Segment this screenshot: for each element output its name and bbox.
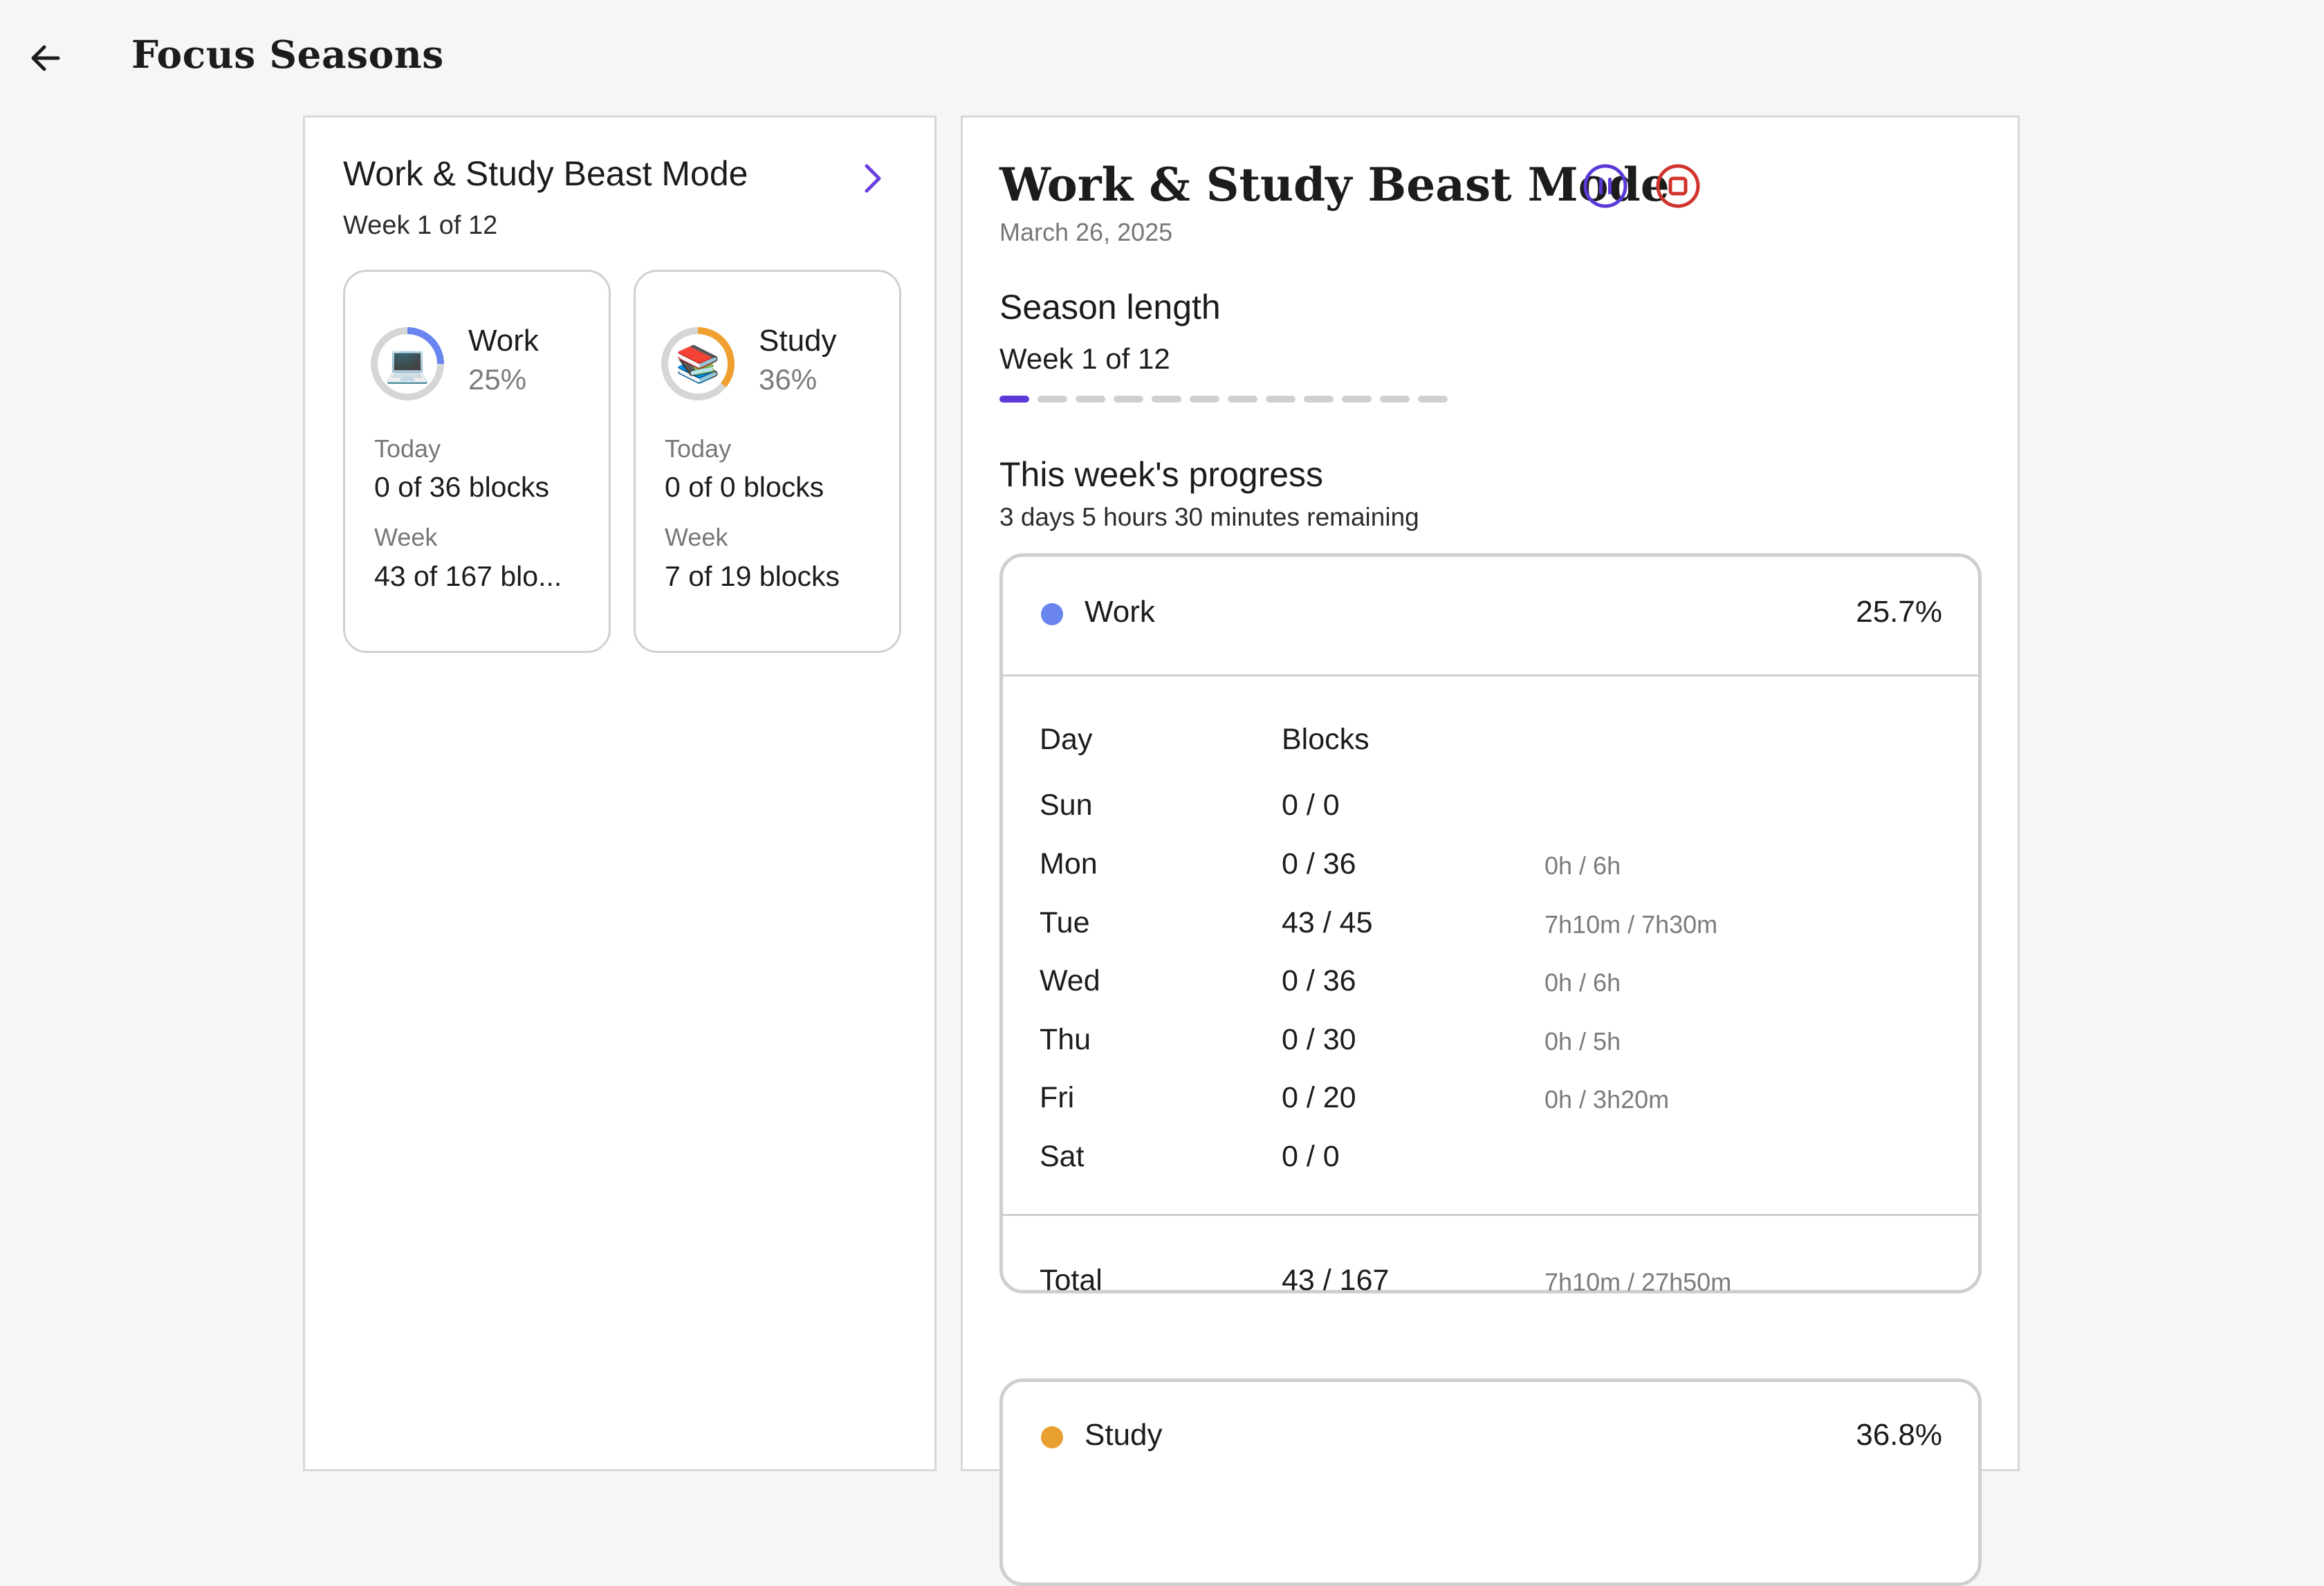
row-blocks: 0 / 30 — [1282, 1023, 1356, 1056]
row-day: Fri — [1040, 1081, 1075, 1114]
table-row: Thu 0 / 30 0h / 5h — [1040, 1023, 1939, 1071]
column-header-day: Day — [1040, 723, 1093, 756]
week-segment — [1114, 396, 1143, 403]
table-row: Tue 43 / 45 7h10m / 7h30m — [1040, 906, 1939, 955]
week-segment — [1304, 396, 1334, 403]
row-blocks: 0 / 36 — [1282, 847, 1356, 880]
category-percent: 36% — [759, 363, 818, 396]
category-name: Study — [1085, 1418, 1163, 1452]
page-title: Focus Seasons — [131, 32, 444, 77]
pause-button[interactable] — [1580, 161, 1630, 211]
week-segment — [1152, 396, 1181, 403]
divider — [1003, 1214, 1978, 1216]
week-segment — [1418, 396, 1448, 403]
today-label: Today — [665, 434, 732, 463]
row-blocks: 0 / 20 — [1282, 1081, 1356, 1114]
arrow-left-icon — [31, 45, 60, 71]
row-time: 0h / 3h20m — [1544, 1085, 1670, 1114]
row-blocks: 0 / 0 — [1282, 789, 1340, 822]
row-blocks: 0 / 0 — [1282, 1140, 1340, 1173]
stop-button[interactable] — [1653, 161, 1703, 211]
row-time: 7h10m / 7h30m — [1544, 910, 1718, 939]
week-segment — [1266, 396, 1295, 403]
detail-title: Work & Study Beast Mode — [999, 158, 1670, 212]
week-label: Week — [665, 523, 728, 551]
table-row: Sat 0 / 0 — [1040, 1140, 1939, 1188]
row-time: 0h / 6h — [1544, 851, 1621, 880]
category-percent: 25% — [468, 363, 527, 396]
row-day: Tue — [1040, 906, 1090, 939]
table-row: Sun 0 / 0 — [1040, 789, 1939, 837]
total-time: 7h10m / 27h50m — [1544, 1268, 1732, 1296]
row-day: Sat — [1040, 1140, 1085, 1173]
week-value: 7 of 19 blocks — [665, 560, 840, 592]
row-day: Wed — [1040, 964, 1100, 997]
total-blocks: 43 / 167 — [1282, 1264, 1390, 1297]
table-row: Wed 0 / 36 0h / 6h — [1040, 964, 1939, 1013]
laptop-icon: 💻 — [385, 344, 430, 385]
week-value: 43 of 167 blo... — [374, 560, 562, 592]
row-day: Mon — [1040, 847, 1098, 880]
week-segment — [1190, 396, 1219, 403]
category-percent: 25.7% — [1856, 595, 1942, 629]
study-progress-card: Study 36.8% — [999, 1378, 1982, 1586]
study-color-dot — [1041, 1426, 1063, 1448]
today-label: Today — [374, 434, 441, 463]
category-name: Study — [759, 324, 837, 358]
season-date: March 26, 2025 — [999, 218, 1173, 246]
table-header: Day Blocks — [1040, 723, 1939, 771]
stop-icon — [1656, 164, 1700, 208]
today-value: 0 of 36 blocks — [374, 471, 549, 503]
table-total-row: Total 43 / 167 7h10m / 27h50m — [1040, 1264, 1939, 1312]
category-name: Work — [468, 324, 539, 358]
work-progress-ring: 💻 — [369, 326, 445, 402]
category-name: Work — [1085, 595, 1155, 629]
season-week: Week 1 of 12 — [343, 211, 498, 240]
week-segment — [1380, 396, 1410, 403]
work-progress-header[interactable]: Work 25.7% — [1003, 557, 1978, 674]
row-day: Thu — [1040, 1023, 1091, 1056]
season-detail-panel: Work & Study Beast Mode March 26, 2025 S… — [961, 116, 2020, 1586]
category-card-study[interactable]: 📚 Study 36% Today 0 of 0 blocks Week 7 o… — [634, 270, 901, 653]
study-progress-ring: 📚 — [660, 326, 736, 402]
season-open-button[interactable] — [851, 158, 893, 199]
season-length-week: Week 1 of 12 — [999, 342, 1170, 375]
season-week-progress — [999, 396, 1448, 403]
time-remaining: 3 days 5 hours 30 minutes remaining — [999, 503, 1419, 531]
row-blocks: 0 / 36 — [1282, 964, 1356, 997]
column-header-blocks: Blocks — [1282, 723, 1370, 756]
table-row: Fri 0 / 20 0h / 3h20m — [1040, 1081, 1939, 1129]
study-progress-header[interactable]: Study 36.8% — [1003, 1382, 1978, 1500]
season-length-title: Season length — [999, 288, 1221, 326]
week-segment — [999, 396, 1029, 403]
row-time: 0h / 6h — [1544, 968, 1621, 997]
category-percent: 36.8% — [1856, 1418, 1942, 1452]
row-day: Sun — [1040, 789, 1093, 822]
table-row: Mon 0 / 36 0h / 6h — [1040, 847, 1939, 896]
week-segment — [1228, 396, 1257, 403]
today-value: 0 of 0 blocks — [665, 471, 824, 503]
season-list-panel: Work & Study Beast Mode Week 1 of 12 💻 W… — [303, 116, 937, 1471]
back-button[interactable] — [21, 33, 71, 83]
week-progress-title: This week's progress — [999, 455, 1324, 494]
total-label: Total — [1040, 1264, 1103, 1297]
work-color-dot — [1041, 603, 1063, 625]
row-blocks: 43 / 45 — [1282, 906, 1373, 939]
work-progress-card: Work 25.7% Day Blocks Sun 0 / 0 Mon 0 / … — [999, 553, 1982, 1297]
week-segment — [1038, 396, 1067, 403]
divider — [1003, 674, 1978, 676]
week-segment — [1076, 396, 1105, 403]
week-segment — [1342, 396, 1372, 403]
week-label: Week — [374, 523, 438, 551]
chevron-right-icon — [865, 164, 881, 193]
books-icon: 📚 — [675, 344, 721, 385]
season-name: Work & Study Beast Mode — [343, 154, 748, 193]
pause-icon — [1583, 164, 1627, 208]
category-card-work[interactable]: 💻 Work 25% Today 0 of 36 blocks Week 43 … — [343, 270, 611, 653]
row-time: 0h / 5h — [1544, 1027, 1621, 1055]
